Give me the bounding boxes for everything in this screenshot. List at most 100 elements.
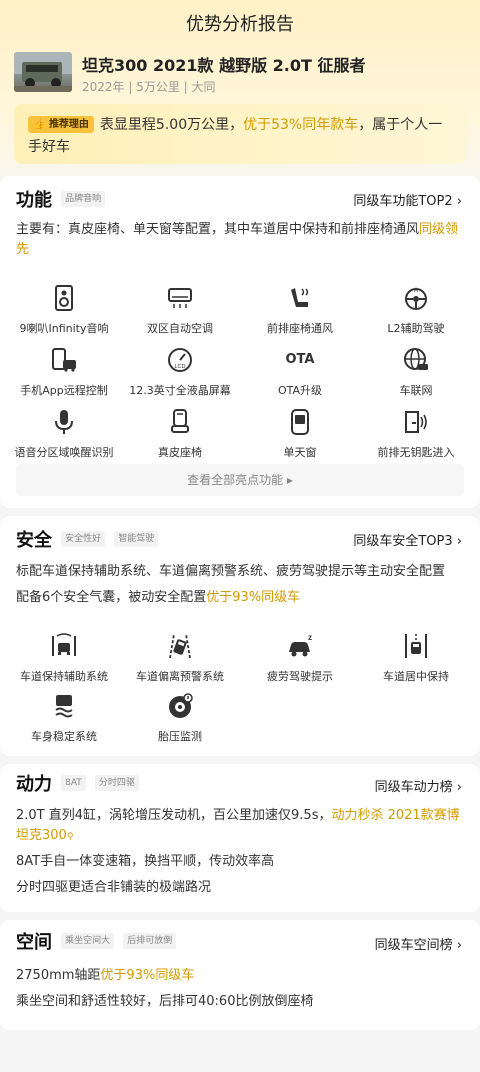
feature-item-sunroof[interactable]: 单天窗: [240, 408, 360, 466]
features-desc-text: 主要有：真皮座椅、单天窗等配置，其中车道居中保持和前排座椅通风: [16, 222, 420, 237]
safety-desc-highlight: 优于93%同级车: [206, 590, 301, 605]
safety-tag: 智能驾驶: [114, 531, 159, 547]
features-title: 功能: [16, 190, 52, 211]
features-tag: 品牌音响: [61, 191, 106, 207]
safety-label: 疲劳驾驶提示: [267, 670, 333, 683]
safety-item-stability[interactable]: 车身稳定系统: [4, 692, 124, 750]
power-desc-text: 2.0T 直列4缸，涡轮增压发动机，百公里加速仅9.5s，: [16, 808, 332, 823]
steering-wheel-icon: A: [405, 288, 427, 310]
space-desc-text: 2750mm轴距: [16, 968, 101, 983]
chevron-right-icon: ›: [456, 194, 462, 209]
feature-item-connected[interactable]: 车联网: [356, 346, 476, 404]
feature-item-leather[interactable]: 真皮座椅: [120, 408, 240, 466]
chevron-right-icon: ›: [456, 780, 462, 795]
feature-label: 车联网: [399, 384, 433, 397]
feature-label: 9喇叭Infinity音响: [19, 322, 109, 335]
svg-text:z: z: [308, 633, 312, 642]
power-header: 动力 8AT 分时四驱: [16, 770, 139, 798]
feature-item-app[interactable]: 手机App远程控制: [4, 346, 124, 404]
car-thumbnail: [14, 52, 72, 92]
safety-rank-link[interactable]: 同级车安全TOP3 ›: [353, 530, 462, 549]
keyless-door-icon: [405, 411, 427, 433]
feature-item-seat-vent[interactable]: 前排座椅通风: [240, 284, 360, 342]
seat-ventilation-icon: [291, 288, 309, 307]
space-desc-1: 2750mm轴距优于93%同级车: [16, 966, 464, 986]
safety-header: 安全 安全性好 智能驾驶: [16, 526, 159, 554]
lane-keep-icon: [52, 633, 76, 656]
phone-car-icon: [52, 348, 76, 372]
recommend-badge-label: 推荐理由: [48, 119, 89, 130]
feature-label: L2辅助驾驶: [387, 322, 445, 335]
feature-label: 12.3英寸全液晶屏幕: [129, 384, 231, 397]
feature-item-ota[interactable]: OTA OTA升级: [240, 346, 360, 404]
chevron-right-icon: ›: [456, 534, 462, 549]
power-desc-2: 8AT手自一体变速箱，换挡平顺，传动效率高: [16, 854, 275, 869]
feature-label: 手机App远程控制: [20, 384, 108, 397]
feature-label: 真皮座椅: [158, 446, 202, 459]
safety-rank-label: 同级车安全TOP3: [353, 534, 453, 549]
space-tag: 乘坐空间大: [61, 933, 115, 949]
lane-center-icon: [405, 634, 427, 658]
feature-label: 双区自动空调: [147, 322, 213, 335]
thumbs-up-icon: 👍: [33, 119, 46, 130]
space-title: 空间: [16, 932, 52, 953]
features-header: 功能 品牌音响: [16, 186, 106, 214]
feature-label: OTA升级: [277, 384, 323, 397]
features-rank-label: 同级车功能TOP2: [353, 194, 453, 209]
svg-text:A: A: [414, 288, 418, 294]
leather-seat-icon: [171, 409, 189, 433]
safety-section: 安全 安全性好 智能驾驶 同级车安全TOP3 › 标配车道保持辅助系统、车道偏离…: [0, 516, 480, 756]
microphone-icon: [55, 410, 73, 434]
feature-item-speaker[interactable]: 9喇叭Infinity音响: [4, 284, 124, 342]
recommend-badge: 👍 推荐理由: [28, 116, 94, 133]
safety-item-tire[interactable]: 胎压监测: [120, 692, 240, 750]
triangle-right-icon: ▸: [286, 473, 293, 487]
safety-item-lane-center[interactable]: 车道居中保持: [356, 632, 476, 690]
stability-icon: [55, 695, 73, 718]
safety-label: 车道居中保持: [383, 670, 449, 683]
reason-highlight: 优于53%同年款车: [243, 117, 359, 133]
chevron-right-icon: ›: [456, 938, 462, 953]
safety-title: 安全: [16, 530, 52, 551]
safety-tag: 安全性好: [61, 531, 106, 547]
feature-item-lcd[interactable]: LCD 12.3英寸全液晶屏幕: [120, 346, 240, 404]
space-rank-link[interactable]: 同级车空间榜 ›: [375, 934, 462, 953]
recommend-reason: 👍 推荐理由 表显里程5.00万公里，优于53%同年款车，属于个人一手好车: [14, 104, 466, 164]
lane-departure-icon: [169, 633, 191, 659]
safety-desc-text: 配备6个安全气囊，被动安全配置: [16, 590, 207, 605]
feature-item-l2[interactable]: A L2辅助驾驶: [356, 284, 476, 342]
car-meta: 2022年 | 5万公里 | 大同: [82, 80, 216, 94]
view-all-features-button[interactable]: 查看全部亮点功能 ▸: [16, 464, 464, 496]
power-section: 动力 8AT 分时四驱 同级车动力榜 › 2.0T 直列4缸，涡轮增压发动机，百…: [0, 764, 480, 912]
page-title: 优势分析报告: [186, 14, 294, 35]
safety-label: 车身稳定系统: [31, 730, 97, 743]
safety-item-lane-keep[interactable]: 车道保持辅助系统: [4, 632, 124, 690]
feature-label: 单天窗: [283, 446, 317, 459]
view-all-label: 查看全部亮点功能: [187, 473, 284, 487]
globe-icon: [404, 348, 428, 370]
feature-item-voice[interactable]: 语音分区域唤醒识别: [4, 408, 124, 466]
power-rank-label: 同级车动力榜: [374, 780, 453, 795]
power-rank-link[interactable]: 同级车动力榜 ›: [375, 776, 462, 795]
safety-item-lane-departure[interactable]: 车道偏离预警系统: [120, 632, 240, 690]
fatigue-icon: z: [289, 633, 312, 657]
car-title: 坦克300 2021款 越野版 2.0T 征服者: [82, 56, 366, 75]
features-rank-link[interactable]: 同级车功能TOP2 ›: [353, 190, 462, 209]
svg-text:LCD: LCD: [174, 364, 185, 370]
features-desc: 主要有：真皮座椅、单天窗等配置，其中车道居中保持和前排座椅通风同级领先: [16, 220, 464, 260]
reason-text-before: 表显里程5.00万公里，: [99, 117, 244, 133]
car-summary[interactable]: 坦克300 2021款 越野版 2.0T 征服者 2022年 | 5万公里 | …: [14, 52, 466, 96]
safety-desc-1: 标配车道保持辅助系统、车道偏离预警系统、疲劳驾驶提示等主动安全配置: [16, 564, 446, 579]
tire-pressure-icon: [169, 693, 193, 718]
power-tag: 分时四驱: [94, 775, 139, 791]
space-desc-2: 乘坐空间和舒适性较好，后排可40:60比例放倒座椅: [16, 994, 314, 1009]
safety-label: 车道保持辅助系统: [20, 670, 108, 683]
safety-desc-2: 配备6个安全气囊，被动安全配置优于93%同级车: [16, 588, 464, 608]
feature-item-ac[interactable]: 双区自动空调: [120, 284, 240, 342]
lcd-gauge-icon: LCD: [168, 348, 192, 372]
space-tag: 后排可放倒: [123, 933, 177, 949]
safety-item-fatigue[interactable]: z 疲劳驾驶提示: [240, 632, 360, 690]
feature-label: 语音分区域唤醒识别: [14, 446, 114, 459]
speaker-icon: [55, 285, 73, 311]
feature-item-keyless[interactable]: 前排无钥匙进入: [356, 408, 476, 466]
